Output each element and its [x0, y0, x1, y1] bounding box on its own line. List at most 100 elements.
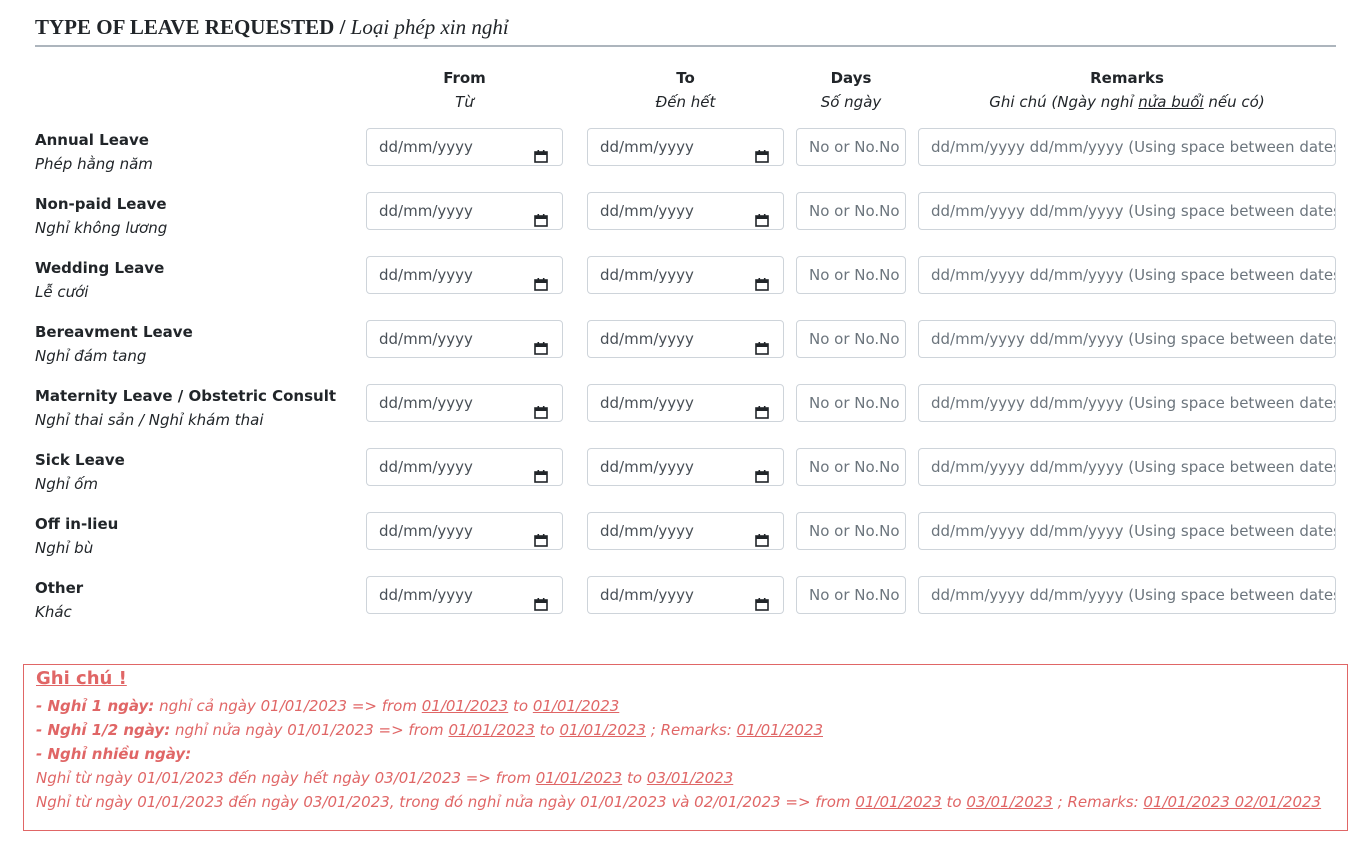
- to-date-input[interactable]: dd/mm/yyyy: [587, 192, 784, 230]
- resize-grip-icon[interactable]: [1325, 283, 1333, 291]
- note-title: Ghi chú !: [36, 668, 127, 689]
- remarks-textarea[interactable]: dd/mm/yyyy dd/mm/yyyy (Using space betwe…: [918, 576, 1336, 614]
- calendar-icon[interactable]: [534, 140, 548, 163]
- to-date-input[interactable]: dd/mm/yyyy: [587, 512, 784, 550]
- from-date-placeholder: dd/mm/yyyy: [379, 266, 473, 284]
- from-date-input[interactable]: dd/mm/yyyy: [366, 128, 563, 166]
- resize-grip-icon[interactable]: [1325, 155, 1333, 163]
- column-header-from-en: From: [443, 69, 486, 87]
- note-line-5-from: 01/01/2023: [855, 793, 942, 811]
- days-input[interactable]: No or No.No: [796, 320, 906, 358]
- to-date-placeholder: dd/mm/yyyy: [600, 330, 694, 348]
- days-input[interactable]: No or No.No: [796, 576, 906, 614]
- note-line-4-to: 03/01/2023: [646, 769, 734, 787]
- remarks-textarea[interactable]: dd/mm/yyyy dd/mm/yyyy (Using space betwe…: [918, 128, 1336, 166]
- from-date-input[interactable]: dd/mm/yyyy: [366, 576, 563, 614]
- remarks-textarea[interactable]: dd/mm/yyyy dd/mm/yyyy (Using space betwe…: [918, 192, 1336, 230]
- note-line-5-text: Nghỉ từ ngày 01/01/2023 đến ngày 03/01/2…: [36, 793, 856, 811]
- leave-type-vi: Nghỉ bù: [35, 539, 94, 557]
- days-placeholder: No or No.No: [809, 202, 900, 220]
- from-date-input[interactable]: dd/mm/yyyy: [366, 256, 563, 294]
- to-date-input[interactable]: dd/mm/yyyy: [587, 384, 784, 422]
- remarks-textarea[interactable]: dd/mm/yyyy dd/mm/yyyy (Using space betwe…: [918, 448, 1336, 486]
- calendar-icon[interactable]: [755, 332, 769, 355]
- calendar-icon[interactable]: [534, 204, 548, 227]
- leave-type-label: Other Khác: [35, 576, 83, 624]
- resize-grip-icon[interactable]: [1325, 347, 1333, 355]
- calendar-icon[interactable]: [755, 204, 769, 227]
- resize-grip-icon[interactable]: [1325, 603, 1333, 611]
- calendar-icon[interactable]: [755, 524, 769, 547]
- remarks-textarea[interactable]: dd/mm/yyyy dd/mm/yyyy (Using space betwe…: [918, 256, 1336, 294]
- title-divider: [35, 45, 1336, 47]
- leave-type-vi: Nghỉ đám tang: [35, 347, 147, 365]
- remarks-placeholder: dd/mm/yyyy dd/mm/yyyy (Using space betwe…: [931, 138, 1336, 156]
- to-date-input[interactable]: dd/mm/yyyy: [587, 448, 784, 486]
- calendar-icon[interactable]: [755, 268, 769, 291]
- days-input[interactable]: No or No.No: [796, 448, 906, 486]
- column-header-remarks-en: Remarks: [1090, 69, 1164, 87]
- to-date-placeholder: dd/mm/yyyy: [600, 586, 694, 604]
- remarks-textarea[interactable]: dd/mm/yyyy dd/mm/yyyy (Using space betwe…: [918, 384, 1336, 422]
- resize-grip-icon[interactable]: [1325, 539, 1333, 547]
- calendar-icon[interactable]: [755, 140, 769, 163]
- note-line-4: Nghỉ từ ngày 01/01/2023 đến ngày hết ngà…: [36, 766, 733, 790]
- resize-grip-icon[interactable]: [1325, 219, 1333, 227]
- from-date-input[interactable]: dd/mm/yyyy: [366, 448, 563, 486]
- from-date-input[interactable]: dd/mm/yyyy: [366, 512, 563, 550]
- leave-row: Off in-lieu Nghỉ bù dd/mm/yyyy dd/mm/yyyy No…: [35, 512, 1336, 560]
- note-line-2-from: 01/01/2023: [448, 721, 535, 739]
- calendar-icon[interactable]: [755, 588, 769, 611]
- calendar-icon[interactable]: [534, 268, 548, 291]
- leave-type-vi: Nghỉ ốm: [35, 475, 98, 493]
- note-line-1-to: 01/01/2023: [532, 697, 620, 715]
- to-date-input[interactable]: dd/mm/yyyy: [587, 128, 784, 166]
- calendar-icon[interactable]: [534, 524, 548, 547]
- resize-grip-icon[interactable]: [1325, 475, 1333, 483]
- days-placeholder: No or No.No: [809, 458, 900, 476]
- column-header-days-vi: Số ngày: [820, 93, 882, 111]
- to-date-input[interactable]: dd/mm/yyyy: [587, 576, 784, 614]
- note-line-5-remarks: 01/01/2023 02/01/2023: [1143, 793, 1322, 811]
- leave-type-label: Sick Leave Nghỉ ốm: [35, 448, 125, 496]
- calendar-icon[interactable]: [534, 588, 548, 611]
- column-header-from-vi: Từ: [455, 93, 474, 111]
- calendar-icon[interactable]: [755, 396, 769, 419]
- days-placeholder: No or No.No: [809, 586, 900, 604]
- note-line-1-from: 01/01/2023: [421, 697, 509, 715]
- days-input[interactable]: No or No.No: [796, 128, 906, 166]
- to-date-placeholder: dd/mm/yyyy: [600, 458, 694, 476]
- days-placeholder: No or No.No: [809, 330, 900, 348]
- remarks-placeholder: dd/mm/yyyy dd/mm/yyyy (Using space betwe…: [931, 522, 1336, 540]
- to-date-input[interactable]: dd/mm/yyyy: [587, 256, 784, 294]
- from-date-input[interactable]: dd/mm/yyyy: [366, 192, 563, 230]
- column-header-remarks-vi: Ghi chú (Ngày nghỉ nửa buổi nếu có): [918, 90, 1336, 114]
- calendar-icon[interactable]: [755, 460, 769, 483]
- calendar-icon[interactable]: [534, 460, 548, 483]
- column-header-to-en: To: [676, 69, 695, 87]
- note-line-1-mid: to: [508, 697, 533, 715]
- to-date-placeholder: dd/mm/yyyy: [600, 266, 694, 284]
- from-date-placeholder: dd/mm/yyyy: [379, 522, 473, 540]
- resize-grip-icon[interactable]: [1325, 411, 1333, 419]
- days-input[interactable]: No or No.No: [796, 192, 906, 230]
- calendar-icon[interactable]: [534, 332, 548, 355]
- remarks-textarea[interactable]: dd/mm/yyyy dd/mm/yyyy (Using space betwe…: [918, 320, 1336, 358]
- to-date-placeholder: dd/mm/yyyy: [600, 522, 694, 540]
- leave-type-en: Wedding Leave: [35, 259, 165, 277]
- days-input[interactable]: No or No.No: [796, 384, 906, 422]
- from-date-input[interactable]: dd/mm/yyyy: [366, 320, 563, 358]
- column-header-remarks: Remarks Ghi chú (Ngày nghỉ nửa buổi nếu …: [918, 66, 1336, 114]
- from-date-placeholder: dd/mm/yyyy: [379, 394, 473, 412]
- from-date-input[interactable]: dd/mm/yyyy: [366, 384, 563, 422]
- remarks-textarea[interactable]: dd/mm/yyyy dd/mm/yyyy (Using space betwe…: [918, 512, 1336, 550]
- days-input[interactable]: No or No.No: [796, 512, 906, 550]
- leave-row: Annual Leave Phép hằng năm dd/mm/yyyy dd/mm…: [35, 128, 1336, 176]
- to-date-input[interactable]: dd/mm/yyyy: [587, 320, 784, 358]
- leave-type-en: Sick Leave: [35, 451, 125, 469]
- leave-type-en: Off in-lieu: [35, 515, 119, 533]
- leave-type-label: Non-paid Leave Nghỉ không lương: [35, 192, 167, 240]
- days-input[interactable]: No or No.No: [796, 256, 906, 294]
- calendar-icon[interactable]: [534, 396, 548, 419]
- leave-row: Sick Leave Nghỉ ốm dd/mm/yyyy dd/mm/yyyy No …: [35, 448, 1336, 496]
